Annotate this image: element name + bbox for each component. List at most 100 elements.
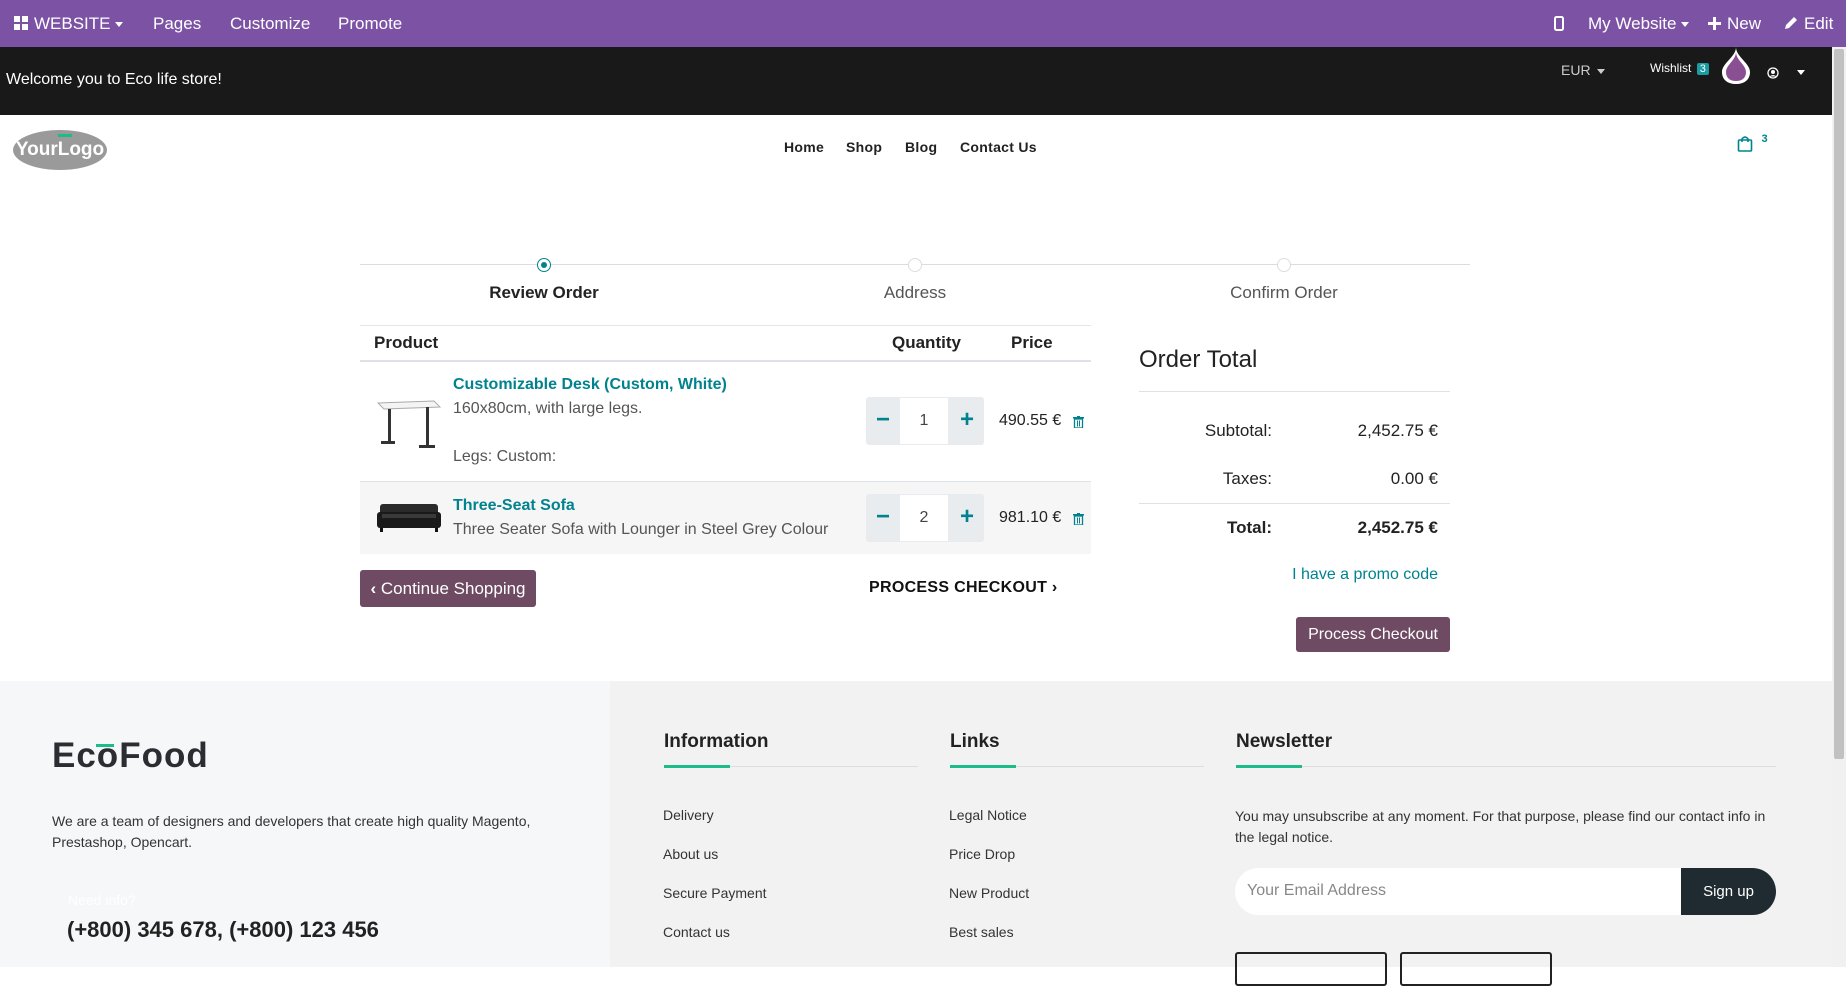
google-play-badge[interactable] xyxy=(1400,952,1552,986)
continue-shopping-button[interactable]: ‹ Continue Shopping xyxy=(360,570,536,607)
edit-button[interactable]: Edit xyxy=(1784,0,1833,47)
newsletter-email-input[interactable]: Your Email Address xyxy=(1235,868,1681,915)
quantity-stepper: − 1 + xyxy=(866,397,984,445)
process-checkout-link[interactable]: PROCESS CHECKOUT › xyxy=(869,579,1058,597)
apps-grid-icon xyxy=(14,16,28,30)
user-menu[interactable] xyxy=(1767,64,1806,82)
process-checkout-button[interactable]: Process Checkout xyxy=(1296,617,1450,652)
quantity-stepper: − 2 + xyxy=(866,494,984,542)
step-address: Address xyxy=(883,283,947,302)
site-logo[interactable]: YourLogo xyxy=(12,129,108,171)
my-website-menu[interactable]: My Website xyxy=(1588,0,1689,47)
admin-bar: WEBSITE Pages Customize Promote My Websi… xyxy=(0,0,1846,47)
footer-link-delivery[interactable]: Delivery xyxy=(663,807,714,823)
footer-link-price-drop[interactable]: Price Drop xyxy=(949,846,1015,862)
cart-link[interactable]: 3 xyxy=(1737,133,1768,153)
currency-label: EUR xyxy=(1561,62,1591,78)
total-divider xyxy=(1139,503,1450,504)
website-menu-label: WEBSITE xyxy=(34,14,111,33)
line-price: 981.10 € xyxy=(999,509,1062,526)
continue-shopping-label: Continue Shopping xyxy=(380,579,526,598)
desk-image xyxy=(376,400,442,448)
nav-blog[interactable]: Blog xyxy=(905,139,937,155)
cart-count: 3 xyxy=(1761,133,1768,145)
increase-quantity-button[interactable]: + xyxy=(950,494,984,542)
product-name-link[interactable]: Customizable Desk (Custom, White) xyxy=(453,376,727,394)
decrease-quantity-button[interactable]: − xyxy=(866,494,900,542)
step-review-order: Review Order xyxy=(489,283,599,302)
product-description: 160x80cm, with large legs. xyxy=(453,400,643,417)
quantity-input[interactable]: 1 xyxy=(900,398,948,444)
footer-link-new-product[interactable]: New Product xyxy=(949,885,1029,901)
announcement-bar: Welcome you to Eco life store! EUR Wishl… xyxy=(0,47,1832,115)
edit-label: Edit xyxy=(1804,14,1834,33)
app-store-badge[interactable] xyxy=(1235,952,1387,986)
links-heading: Links xyxy=(950,731,1000,752)
chevron-down-icon xyxy=(1797,70,1806,76)
newsletter-divider xyxy=(1236,766,1776,767)
water-drop-icon xyxy=(1722,47,1750,84)
process-checkout-label: PROCESS CHECKOUT xyxy=(869,579,1048,596)
shopping-bag-icon xyxy=(1737,136,1753,152)
product-attribute: Legs: Custom: xyxy=(453,448,557,465)
order-total-divider xyxy=(1139,391,1450,392)
new-label: New xyxy=(1727,14,1762,33)
step-dot-confirm xyxy=(1277,258,1291,272)
chevron-down-icon xyxy=(114,22,123,28)
wishlist-label: Wishlist xyxy=(1650,61,1692,75)
scrollbar-thumb[interactable] xyxy=(1834,49,1844,759)
promote-menu[interactable]: Promote xyxy=(338,0,402,47)
increase-quantity-button[interactable]: + xyxy=(950,397,984,445)
currency-selector[interactable]: EUR xyxy=(1561,62,1605,78)
chevron-down-icon xyxy=(1680,22,1689,28)
total-label: Total: xyxy=(1226,518,1272,537)
mobile-preview-button[interactable] xyxy=(1554,0,1564,47)
footer-link-best-sales[interactable]: Best sales xyxy=(949,924,1014,940)
plus-icon xyxy=(1708,17,1721,30)
chevron-down-icon xyxy=(1596,68,1605,74)
footer-link-contact-us[interactable]: Contact us xyxy=(663,924,730,940)
order-total-title: Order Total xyxy=(1139,346,1258,373)
user-circle-icon xyxy=(1767,67,1779,79)
taxes-value: 0.00 € xyxy=(1390,469,1438,488)
total-value: 2,452.75 € xyxy=(1357,518,1438,537)
nav-shop[interactable]: Shop xyxy=(846,139,882,155)
product-name-link[interactable]: Three-Seat Sofa xyxy=(453,497,575,515)
step-confirm-order: Confirm Order xyxy=(1230,283,1338,302)
pages-menu[interactable]: Pages xyxy=(153,0,201,47)
decrease-quantity-button[interactable]: − xyxy=(866,397,900,445)
website-menu[interactable]: WEBSITE xyxy=(14,0,123,47)
product-description: Three Seater Sofa with Lounger in Steel … xyxy=(453,521,829,538)
taxes-label: Taxes: xyxy=(1222,469,1272,488)
step-dot-review xyxy=(537,258,551,272)
line-price: 490.55 € xyxy=(999,412,1062,429)
need-info-label: Need info? xyxy=(68,892,136,908)
footer-link-about-us[interactable]: About us xyxy=(663,846,718,862)
information-accent xyxy=(664,765,730,768)
nav-home[interactable]: Home xyxy=(784,139,824,155)
chevron-left-icon: ‹ xyxy=(370,579,377,598)
column-header-quantity: Quantity xyxy=(892,333,961,352)
footer-link-legal-notice[interactable]: Legal Notice xyxy=(949,807,1027,823)
brand-accent xyxy=(96,744,114,747)
nav-contact-us[interactable]: Contact Us xyxy=(960,139,1037,155)
footer-about-text: We are a team of designers and developer… xyxy=(52,813,531,850)
new-button[interactable]: New xyxy=(1708,0,1761,47)
footer-brand: EcoFood xyxy=(52,736,209,775)
footer-brand-section: EcoFood We are a team of designers and d… xyxy=(0,681,610,967)
links-accent xyxy=(950,765,1016,768)
newsletter-accent xyxy=(1236,765,1302,768)
customize-menu[interactable]: Customize xyxy=(230,0,310,47)
promo-code-link[interactable]: I have a promo code xyxy=(1238,566,1438,584)
logo-image: YourLogo xyxy=(13,130,107,170)
wishlist-link[interactable]: Wishlist 3 xyxy=(1650,61,1709,75)
wishlist-count-badge: 3 xyxy=(1696,63,1709,75)
mobile-phone-icon xyxy=(1554,16,1564,31)
welcome-text: Welcome you to Eco life store! xyxy=(6,71,222,88)
subtotal-value: 2,452.75 € xyxy=(1357,421,1438,440)
footer-phone: (+800) 345 678, (+800) 123 456 xyxy=(67,917,379,942)
quantity-input[interactable]: 2 xyxy=(900,495,948,541)
footer-link-secure-payment[interactable]: Secure Payment xyxy=(663,885,767,901)
newsletter-signup-button[interactable]: Sign up xyxy=(1681,868,1776,915)
sofa-image xyxy=(377,504,441,532)
